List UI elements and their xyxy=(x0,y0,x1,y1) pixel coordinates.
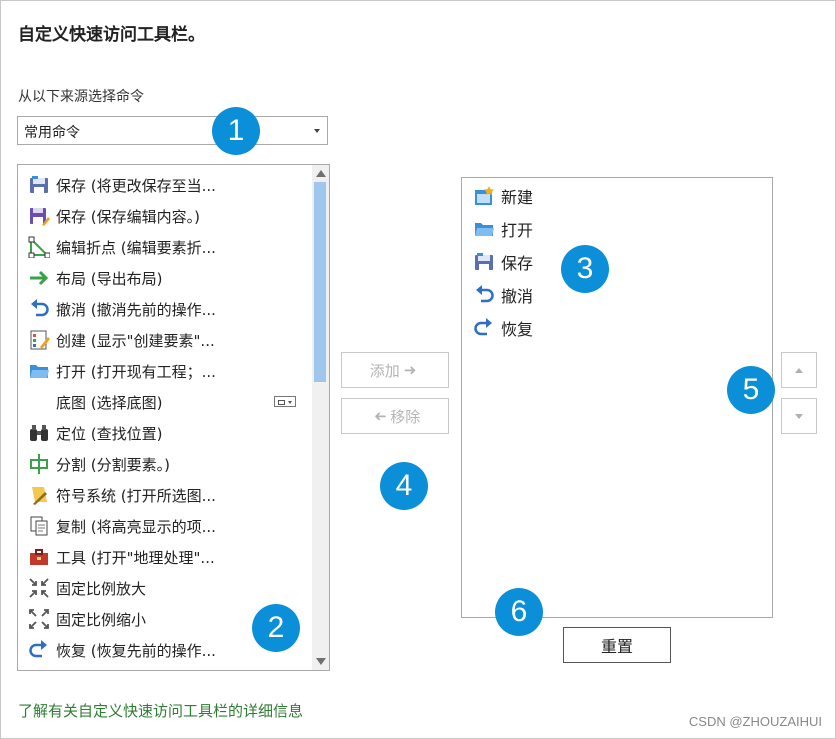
source-label: 从以下来源选择命令 xyxy=(18,89,144,105)
callout-badge-6: 6 xyxy=(495,588,543,636)
add-button[interactable]: 添加 ➜ xyxy=(341,352,449,388)
list-item-label: 保存 (将更改保存至当... xyxy=(56,176,216,195)
callout-badge-5: 5 xyxy=(727,366,775,414)
undo-icon xyxy=(472,283,496,307)
list-item-label: 布局 (导出布局) xyxy=(56,269,163,288)
list-item[interactable]: 固定比例放大 xyxy=(26,574,306,602)
command-list-scrollbar[interactable] xyxy=(312,165,329,670)
list-item-label: 打开 (打开现有工程；... xyxy=(56,362,216,381)
symbology-icon xyxy=(26,482,52,508)
list-item-label: 编辑折点 (编辑要素折... xyxy=(56,238,216,257)
command-source-dropdown[interactable]: 常用命令 xyxy=(17,116,328,145)
list-item[interactable]: 定位 (查找位置) xyxy=(26,419,306,447)
list-item[interactable]: 撤消 (撤消先前的操作... xyxy=(26,295,306,323)
list-item[interactable]: 创建 (显示"创建要素"... xyxy=(26,326,306,354)
undo-icon xyxy=(26,296,52,322)
triangle-down-icon xyxy=(795,414,803,419)
list-item[interactable]: 布局 (导出布局) xyxy=(26,264,306,292)
list-item-label: 新建 xyxy=(501,188,534,207)
move-up-button[interactable] xyxy=(781,352,817,388)
scroll-thumb[interactable] xyxy=(314,182,326,382)
list-item[interactable]: 保存 (保存编辑内容。) xyxy=(26,202,306,230)
list-item-label: 保存 (保存编辑内容。) xyxy=(56,207,200,226)
dialog-title: 自定义快速访问工具栏。 xyxy=(18,25,205,45)
copy-icon xyxy=(26,513,52,539)
quick-access-toolbar-list[interactable]: 新建 打开 保存 撤消 恢复 xyxy=(461,177,773,618)
triangle-up-icon xyxy=(795,368,803,373)
list-item-label: 固定比例放大 xyxy=(56,579,147,598)
arrow-right-icon: ➜ xyxy=(403,361,417,379)
save-icon xyxy=(472,250,496,274)
list-item-label: 恢复 xyxy=(501,320,534,339)
new-project-icon xyxy=(472,184,496,208)
remove-button-label: 移除 xyxy=(390,407,421,426)
list-item[interactable]: 编辑折点 (编辑要素折... xyxy=(26,233,306,261)
remove-button[interactable]: ➜ 移除 xyxy=(341,398,449,434)
list-item-label: 分割 (分割要素。) xyxy=(56,455,170,474)
list-item-label: 撤消 (撤消先前的操作... xyxy=(56,300,216,319)
toolbox-icon xyxy=(26,544,52,570)
list-item[interactable]: 符号系统 (打开所选图... xyxy=(26,481,306,509)
arrow-left-icon: ➜ xyxy=(373,407,387,425)
create-features-icon xyxy=(26,327,52,353)
command-list[interactable]: 保存 (将更改保存至当... 保存 (保存编辑内容。) 编辑折点 (编辑要素折.… xyxy=(17,164,330,671)
callout-badge-1: 1 xyxy=(212,107,260,155)
list-item[interactable]: 恢复 xyxy=(472,313,533,343)
basemap-placeholder xyxy=(26,389,52,415)
help-link[interactable]: 了解有关自定义快速访问工具栏的详细信息 xyxy=(18,700,303,721)
fixed-zoom-in-icon xyxy=(26,575,52,601)
list-item-label: 打开 xyxy=(501,221,534,240)
callout-badge-3: 3 xyxy=(561,245,609,293)
list-item[interactable]: 复制 (将高亮显示的项... xyxy=(26,512,306,540)
list-item-label: 创建 (显示"创建要素"... xyxy=(56,331,215,350)
list-item[interactable]: 保存 xyxy=(472,247,533,277)
list-item-label: 撤消 xyxy=(501,287,534,306)
list-item[interactable]: 新建 xyxy=(472,181,533,211)
open-folder-icon xyxy=(472,217,496,241)
redo-icon xyxy=(472,316,496,340)
list-item-label: 复制 (将高亮显示的项... xyxy=(56,517,216,536)
list-item-label: 固定比例缩小 xyxy=(56,610,147,629)
callout-badge-2: 2 xyxy=(252,604,300,652)
callout-badge-4: 4 xyxy=(380,462,428,510)
list-item-label: 符号系统 (打开所选图... xyxy=(56,486,216,505)
open-folder-icon xyxy=(26,358,52,384)
move-down-button[interactable] xyxy=(781,398,817,434)
list-item-label: 工具 (打开"地理处理"... xyxy=(56,548,215,567)
list-item[interactable]: 工具 (打开"地理处理"... xyxy=(26,543,306,571)
split-icon xyxy=(26,451,52,477)
reset-button[interactable]: 重置 xyxy=(563,627,671,663)
list-item[interactable]: 底图 (选择底图) xyxy=(26,388,306,416)
list-item-label: 定位 (查找位置) xyxy=(56,424,163,443)
list-item-label: 底图 (选择底图) xyxy=(56,393,163,412)
gallery-icon[interactable] xyxy=(274,396,296,407)
chevron-down-icon[interactable] xyxy=(314,129,320,133)
scroll-up-icon[interactable] xyxy=(316,170,326,177)
list-item[interactable]: 打开 (打开现有工程；... xyxy=(26,357,306,385)
save-edits-icon xyxy=(26,203,52,229)
arrow-right-icon xyxy=(26,265,52,291)
list-item[interactable]: 保存 (将更改保存至当... xyxy=(26,171,306,199)
watermark: CSDN @ZHOUZAIHUI xyxy=(688,714,822,729)
scroll-down-icon[interactable] xyxy=(316,658,326,665)
add-button-label: 添加 xyxy=(369,361,400,380)
list-item[interactable]: 撤消 xyxy=(472,280,533,310)
binoculars-icon xyxy=(26,420,52,446)
list-item-label: 恢复 (恢复先前的操作... xyxy=(56,641,216,660)
list-item[interactable]: 分割 (分割要素。) xyxy=(26,450,306,478)
redo-icon xyxy=(26,637,52,663)
list-item[interactable]: 打开 xyxy=(472,214,533,244)
edit-vertices-icon xyxy=(26,234,52,260)
dropdown-value: 常用命令 xyxy=(24,125,80,141)
list-item-label: 保存 xyxy=(501,254,534,273)
save-icon xyxy=(26,172,52,198)
fixed-zoom-out-icon xyxy=(26,606,52,632)
